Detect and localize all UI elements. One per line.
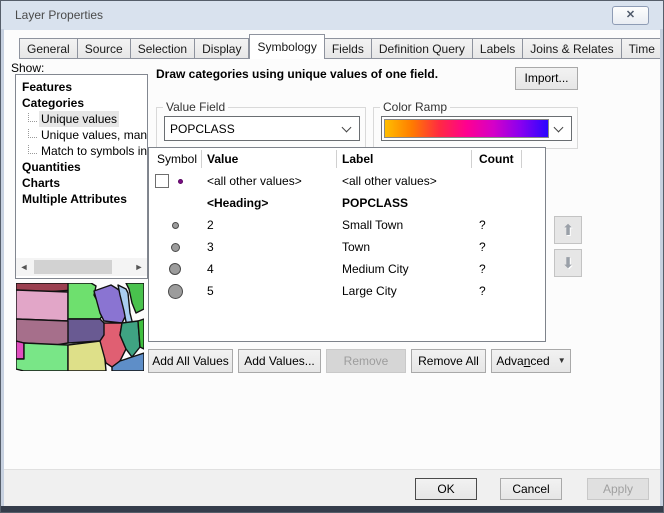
window-edge-bottom [1, 506, 663, 512]
tab-fields[interactable]: Fields [325, 38, 372, 59]
advanced-label: Advanced [496, 350, 549, 372]
import-button[interactable]: Import... [515, 67, 578, 90]
chevron-down-icon [342, 122, 352, 132]
scroll-left-icon[interactable]: ◄ [16, 262, 32, 272]
remove-button[interactable]: Remove [326, 349, 406, 373]
advanced-button[interactable]: Advanced ▼ [491, 349, 571, 373]
tree-connector-icon [28, 129, 37, 138]
page-title: Draw categories using unique values of o… [156, 67, 438, 81]
dropdown-caret-icon: ▼ [558, 350, 566, 372]
show-label: Show: [11, 61, 44, 75]
tree-item-features[interactable]: Features [16, 79, 147, 95]
all-other-values-checkbox[interactable] [155, 174, 169, 188]
table-row[interactable]: 3 Town ? [149, 236, 545, 258]
window-title: Layer Properties [15, 8, 103, 22]
table-row[interactable]: 4 Medium City ? [149, 258, 545, 280]
cancel-button[interactable]: Cancel [500, 478, 562, 500]
tab-time[interactable]: Time [622, 38, 663, 59]
state-polygon [66, 319, 106, 343]
tab-page: General Source Selection Display Symbolo… [4, 30, 660, 471]
tab-joins-relates[interactable]: Joins & Relates [523, 38, 621, 59]
table-row[interactable]: <Heading> POPCLASS [149, 192, 545, 214]
tab-definition-query[interactable]: Definition Query [372, 38, 473, 59]
point-symbol-icon[interactable] [169, 263, 181, 275]
map-preview-image [16, 283, 144, 371]
scroll-right-icon[interactable]: ► [131, 262, 147, 272]
value-field-group: Value Field POPCLASS [156, 107, 366, 149]
title-bar[interactable]: Layer Properties ✕ [1, 1, 663, 30]
tab-general[interactable]: General [19, 38, 78, 59]
state-polygon [16, 290, 68, 321]
tree-item-unique-values[interactable]: Unique values [16, 111, 147, 127]
state-polygon [16, 341, 24, 359]
remove-all-button[interactable]: Remove All [411, 349, 486, 373]
move-down-button[interactable]: ⬇ [554, 249, 582, 277]
tree-item-quantities[interactable]: Quantities [16, 159, 147, 175]
tree-item-unique-values-many[interactable]: Unique values, many [16, 127, 147, 143]
add-values-button[interactable]: Add Values... [238, 349, 321, 373]
state-polygon [16, 343, 68, 371]
all-other-values-symbol-icon[interactable] [178, 179, 183, 184]
color-ramp-dropdown[interactable] [381, 116, 572, 141]
table-row[interactable]: <all other values> <all other values> [149, 170, 545, 192]
column-label: Label [342, 152, 373, 166]
column-value: Value [207, 152, 238, 166]
point-symbol-icon[interactable] [171, 243, 180, 252]
tab-labels[interactable]: Labels [473, 38, 523, 59]
tree-item-multiple-attributes[interactable]: Multiple Attributes [16, 191, 147, 207]
tree-item-charts[interactable]: Charts [16, 175, 147, 191]
ok-button[interactable]: OK [415, 478, 477, 500]
state-polygon [68, 341, 106, 371]
dialog-footer: OK Cancel Apply [4, 469, 660, 506]
tab-strip: General Source Selection Display Symbolo… [19, 34, 664, 59]
color-ramp-label: Color Ramp [380, 100, 450, 114]
values-table: Symbol Value Label Count <all other valu… [148, 147, 546, 342]
window-edge-left [1, 29, 4, 506]
tree-connector-icon [28, 113, 37, 122]
color-ramp-swatch [384, 119, 549, 138]
value-field-dropdown[interactable]: POPCLASS [164, 116, 360, 141]
layer-properties-dialog: Layer Properties ✕ General Source Select… [0, 0, 664, 513]
arrow-down-icon: ⬇ [562, 256, 575, 271]
value-field-label: Value Field [163, 100, 228, 114]
tab-symbology[interactable]: Symbology [249, 34, 324, 59]
tab-selection[interactable]: Selection [131, 38, 195, 59]
table-header: Symbol Value Label Count [149, 148, 545, 170]
tree-horizontal-scrollbar[interactable]: ◄ ► [16, 258, 147, 276]
apply-button[interactable]: Apply [587, 478, 649, 500]
state-polygon [16, 319, 68, 345]
arrow-up-icon: ⬆ [562, 223, 575, 238]
point-symbol-icon[interactable] [168, 284, 183, 299]
add-all-values-button[interactable]: Add All Values [148, 349, 233, 373]
move-up-button[interactable]: ⬆ [554, 216, 582, 244]
chevron-down-icon [554, 122, 564, 132]
tree-item-match-symbols[interactable]: Match to symbols in a [16, 143, 147, 159]
map-preview [16, 283, 144, 371]
column-symbol: Symbol [157, 152, 197, 166]
scrollbar-thumb[interactable] [34, 260, 112, 274]
point-symbol-icon[interactable] [172, 222, 179, 229]
window-edge-right [660, 29, 663, 506]
tab-source[interactable]: Source [78, 38, 131, 59]
tab-display[interactable]: Display [195, 38, 249, 59]
column-count: Count [479, 152, 514, 166]
table-row[interactable]: 2 Small Town ? [149, 214, 545, 236]
table-row[interactable]: 5 Large City ? [149, 280, 545, 302]
tree-connector-icon [28, 145, 37, 154]
close-button[interactable]: ✕ [612, 6, 649, 25]
close-icon: ✕ [626, 9, 635, 21]
color-ramp-group: Color Ramp [373, 107, 578, 149]
tree-item-categories[interactable]: Categories [16, 95, 147, 111]
value-field-selected: POPCLASS [165, 122, 343, 136]
show-tree: Features Categories Unique values Unique… [15, 74, 148, 279]
